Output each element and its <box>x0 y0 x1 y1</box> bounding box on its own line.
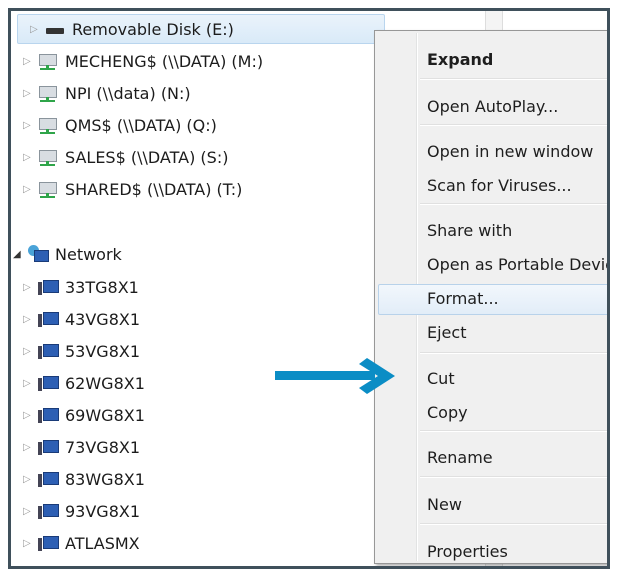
expand-arrow-icon[interactable]: ▷ <box>23 56 33 67</box>
tree-item-label: 93VG8X1 <box>65 501 141 521</box>
menu-separator <box>420 203 607 205</box>
menu-separator <box>420 476 607 478</box>
network-globe-icon <box>27 245 49 263</box>
computer-icon <box>37 534 59 552</box>
tree-item-label: SALES$ (\\DATA) (S:) <box>65 147 229 167</box>
menu-item-open-in-new-window[interactable]: Open in new window <box>427 138 593 166</box>
menu-item-cut[interactable]: Cut <box>427 365 455 393</box>
tree-item-label: NPI (\\data) (N:) <box>65 83 191 103</box>
network-drive-icon <box>37 52 59 70</box>
tree-item-label: Network <box>55 244 122 264</box>
menu-item-eject[interactable]: Eject <box>427 319 466 347</box>
menu-item-share-with[interactable]: Share with <box>427 217 512 245</box>
menu-item-new[interactable]: New <box>427 491 462 519</box>
expand-arrow-icon[interactable]: ▷ <box>23 538 33 549</box>
expand-arrow-icon[interactable]: ▷ <box>23 346 33 357</box>
tree-item[interactable]: ▷ 62WG8X1 <box>11 369 145 397</box>
computer-icon <box>37 342 59 360</box>
expand-arrow-icon[interactable]: ▷ <box>23 506 33 517</box>
menu-separator <box>420 430 607 432</box>
expand-arrow-icon[interactable]: ◢ <box>13 249 23 260</box>
tree-item[interactable]: ◢ Network <box>11 240 122 268</box>
expand-arrow-icon[interactable]: ▷ <box>30 24 40 35</box>
tree-item-label: 43VG8X1 <box>65 309 141 329</box>
tree-item[interactable]: ▷ 73VG8X1 <box>11 433 140 461</box>
menu-item-format[interactable]: Format... <box>427 285 499 313</box>
tree-item[interactable]: ▷ QMS$ (\\DATA) (Q:) <box>11 111 217 139</box>
menu-item-open-as-portable-device[interactable]: Open as Portable Device <box>427 251 607 279</box>
context-menu: Expand Open AutoPlay... Open in new window… <box>374 30 607 566</box>
tree-item[interactable]: ▷ Removable Disk (E:) <box>17 14 385 44</box>
tree-item[interactable]: ▷ 69WG8X1 <box>11 401 145 429</box>
menu-separator <box>420 352 607 354</box>
computer-icon <box>37 438 59 456</box>
tree-item[interactable]: ▷ 43VG8X1 <box>11 305 140 333</box>
tree-item-label: 69WG8X1 <box>65 405 145 425</box>
expand-arrow-icon[interactable]: ▷ <box>23 184 33 195</box>
removable-drive-icon <box>44 20 66 38</box>
tree-item-label: 73VG8X1 <box>65 437 141 457</box>
expand-arrow-icon[interactable]: ▷ <box>23 378 33 389</box>
tree-item-label: 83WG8X1 <box>65 469 145 489</box>
expand-arrow-icon[interactable]: ▷ <box>23 120 33 131</box>
tree-item[interactable]: ▷ SALES$ (\\DATA) (S:) <box>11 143 228 171</box>
tree-item[interactable]: ▷ NPI (\\data) (N:) <box>11 79 191 107</box>
network-drive-icon <box>37 84 59 102</box>
expand-arrow-icon[interactable]: ▷ <box>23 474 33 485</box>
tree-item-label: MECHENG$ (\\DATA) (M:) <box>65 51 264 71</box>
tree-item-label: 33TG8X1 <box>65 277 139 297</box>
tree-item-label: 62WG8X1 <box>65 373 145 393</box>
expand-arrow-icon[interactable]: ▷ <box>23 152 33 163</box>
menu-item-properties[interactable]: Properties <box>427 538 508 566</box>
menu-separator <box>420 523 607 525</box>
expand-arrow-icon[interactable]: ▷ <box>23 282 33 293</box>
expand-arrow-icon[interactable]: ▷ <box>23 314 33 325</box>
tree-item-label: SHARED$ (\\DATA) (T:) <box>65 179 243 199</box>
tree-item[interactable]: ▷ 33TG8X1 <box>11 273 139 301</box>
menu-item-expand[interactable]: Expand <box>427 46 493 74</box>
expand-arrow-icon[interactable]: ▷ <box>23 410 33 421</box>
tree-item-label: QMS$ (\\DATA) (Q:) <box>65 115 217 135</box>
network-drive-icon <box>37 116 59 134</box>
tree-item[interactable]: ▷ MECHENG$ (\\DATA) (M:) <box>11 47 263 75</box>
computer-icon <box>37 406 59 424</box>
menu-separator <box>420 78 607 80</box>
tree-item[interactable]: ▷ 93VG8X1 <box>11 497 140 525</box>
menu-item-copy[interactable]: Copy <box>427 399 468 427</box>
computer-icon <box>37 470 59 488</box>
network-drive-icon <box>37 148 59 166</box>
tree-item-label: Removable Disk (E:) <box>72 19 234 39</box>
expand-arrow-icon[interactable]: ▷ <box>23 88 33 99</box>
menu-item-scan-for-viruses[interactable]: Scan for Viruses... <box>427 172 572 200</box>
expand-arrow-icon[interactable]: ▷ <box>23 442 33 453</box>
tree-item[interactable]: ▷ ATLASMX <box>11 529 140 557</box>
tree-item[interactable]: ▷ SHARED$ (\\DATA) (T:) <box>11 175 242 203</box>
computer-icon <box>37 502 59 520</box>
computer-icon <box>37 310 59 328</box>
tree-item[interactable]: ▷ 83WG8X1 <box>11 465 145 493</box>
tree-item[interactable]: ▷ 53VG8X1 <box>11 337 140 365</box>
network-drive-icon <box>37 180 59 198</box>
menu-item-open-autoplay[interactable]: Open AutoPlay... <box>427 93 558 121</box>
pointer-arrow-icon <box>275 358 395 394</box>
computer-icon <box>37 278 59 296</box>
menu-separator <box>420 124 607 126</box>
explorer-window: ▷ Removable Disk (E:) ▷ MECHENG$ (\\DATA) (… <box>8 8 610 569</box>
tree-item-label: 53VG8X1 <box>65 341 141 361</box>
tree-item-label: ATLASMX <box>65 533 140 553</box>
computer-icon <box>37 374 59 392</box>
menu-item-rename[interactable]: Rename <box>427 444 493 472</box>
